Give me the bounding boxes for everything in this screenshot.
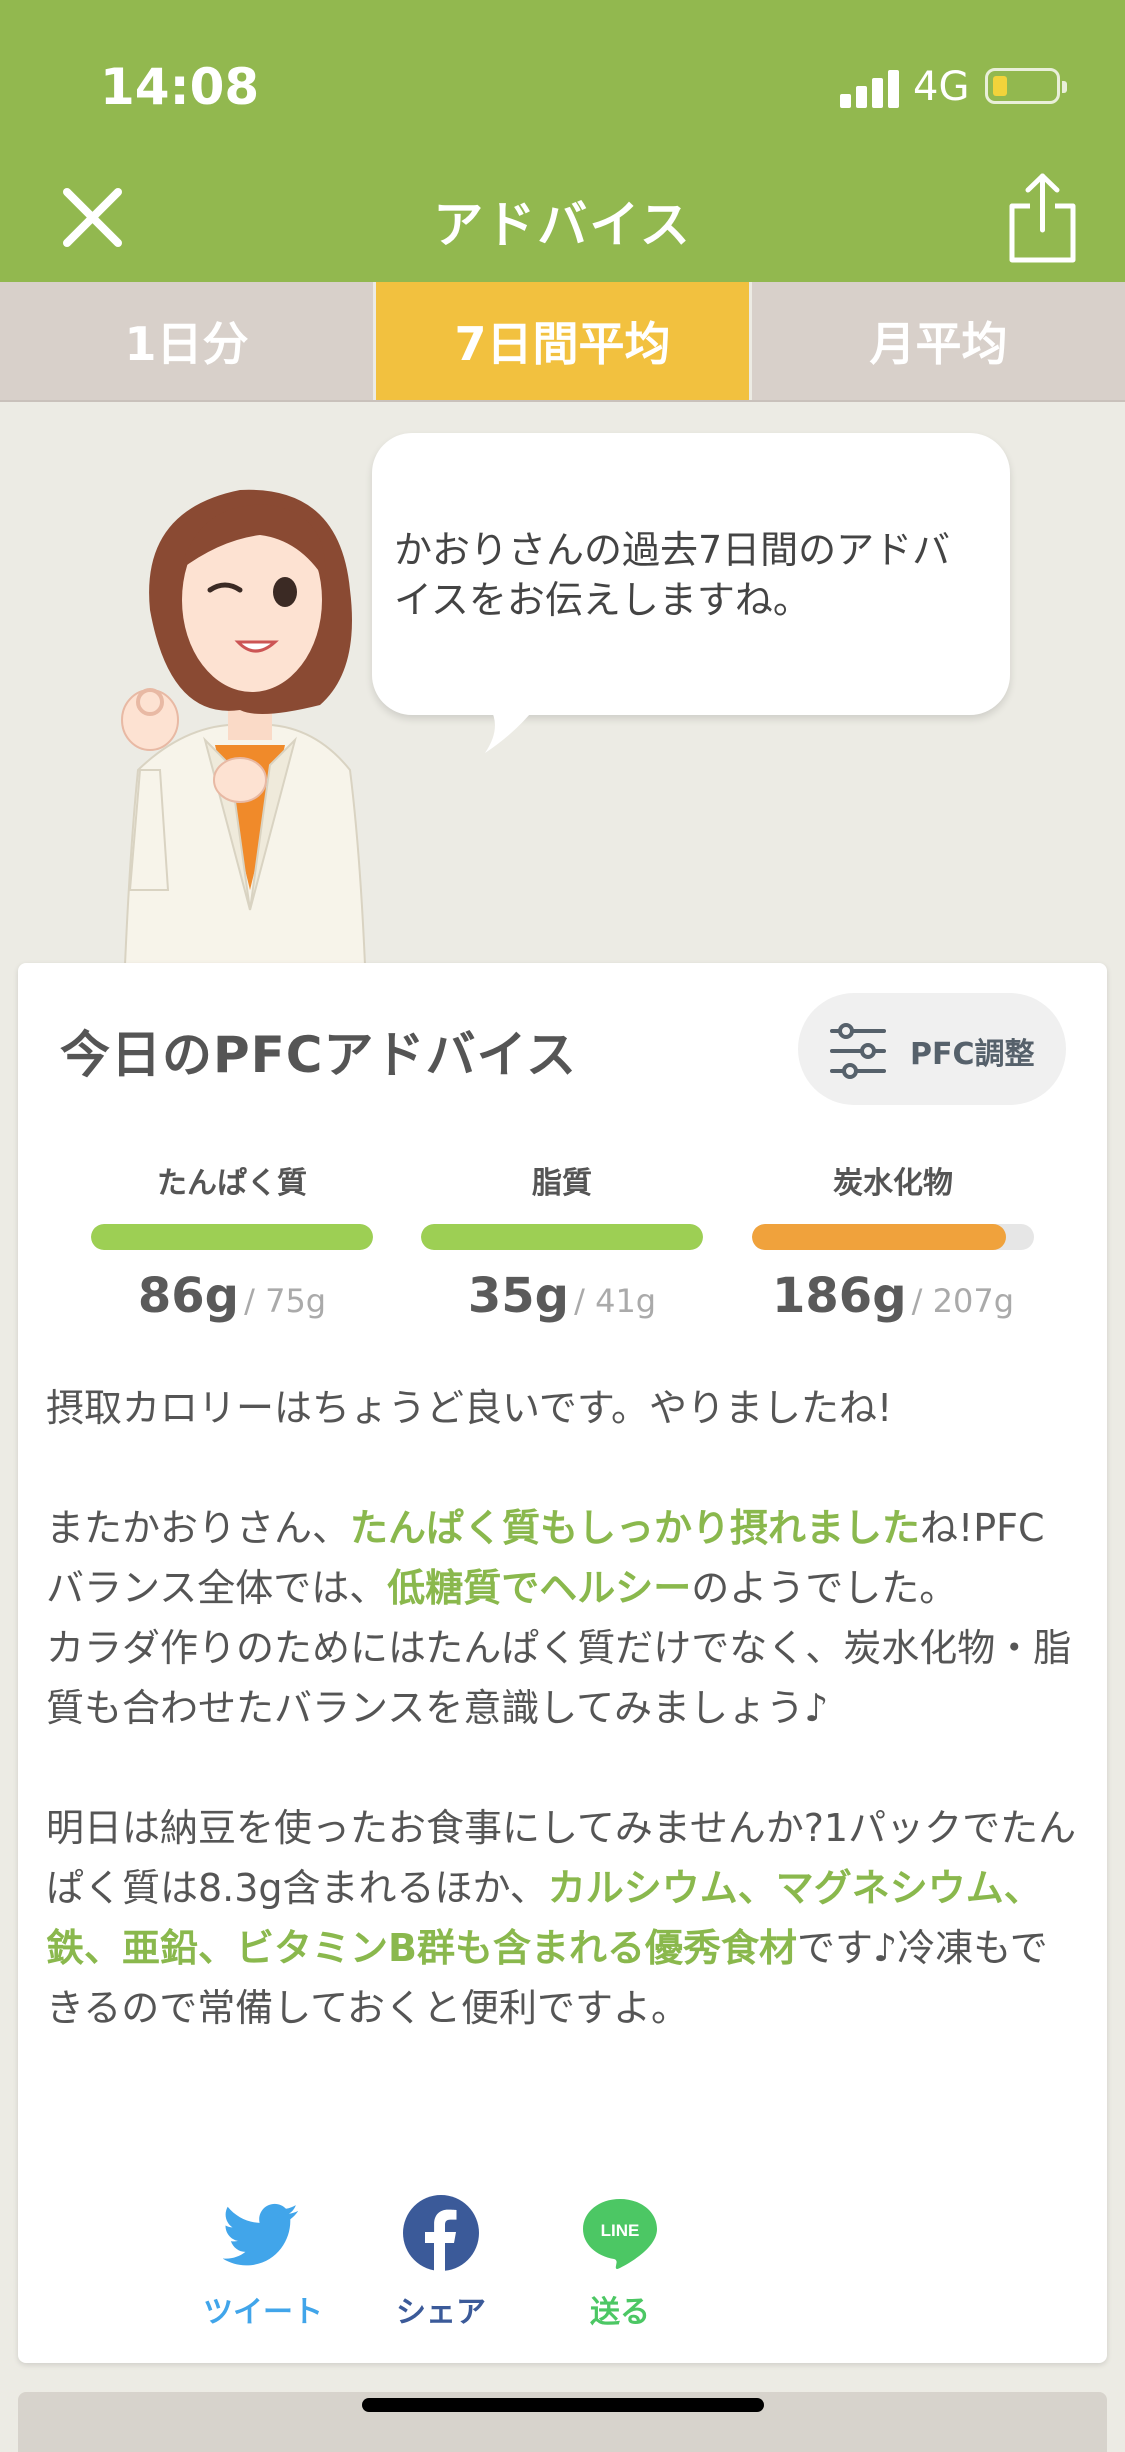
facebook-share-label: シェア: [396, 2295, 486, 2330]
progress-fill: [752, 1224, 1006, 1250]
protein-progress-bar: [91, 1224, 373, 1250]
card-title: 今日のPFCアドバイス: [60, 1026, 577, 1084]
advice-paragraph: 明日は納豆を使ったお食事にしてみませんか?1パックでたんぱく質は8.3g含まれる…: [46, 1806, 1077, 2030]
nutrient-fat: 脂質 35g / 41g: [421, 1158, 703, 1324]
line-icon-text: LINE: [601, 2221, 640, 2240]
nutrient-protein: たんぱく質 86g / 75g: [91, 1158, 373, 1324]
nutrient-name: たんぱく質: [157, 1166, 307, 1201]
app-header: 14:08 4G アドバイス: [0, 0, 1125, 282]
home-indicator[interactable]: [362, 2398, 764, 2412]
advice-paragraph: またかおりさん、たんぱく質もしっかり摂れましたね!PFCバランス全体では、低糖質…: [46, 1506, 1045, 1610]
nutrient-actual: 186g: [772, 1268, 907, 1324]
tab-1day[interactable]: 1日分: [0, 282, 373, 400]
line-send-label: 送る: [590, 2295, 650, 2330]
line-send-button[interactable]: LINE 送る: [545, 2193, 695, 2331]
nutrient-target: / 75g: [244, 1282, 327, 1320]
nutrient-name: 脂質: [532, 1166, 592, 1201]
battery-icon: [985, 68, 1067, 104]
tab-7day-average[interactable]: 7日間平均: [373, 282, 749, 400]
network-type: 4G: [913, 64, 970, 110]
share-button[interactable]: [1000, 168, 1085, 268]
share-icon: [1009, 173, 1076, 263]
highlight-text: たんぱく質もしっかり摂れました: [350, 1506, 921, 1550]
carbs-progress-bar: [752, 1224, 1034, 1250]
tweet-button[interactable]: ツイート: [188, 2193, 338, 2331]
nutrient-target: / 41g: [574, 1282, 657, 1320]
facebook-icon: [403, 2195, 479, 2273]
speech-bubble: かおりさんの過去7日間のアドバイスをお伝えしますね。: [372, 433, 1010, 715]
nutrient-actual: 35g: [467, 1268, 570, 1324]
facebook-share-button[interactable]: シェア: [366, 2193, 516, 2331]
pfc-adjust-button[interactable]: PFC調整: [798, 993, 1066, 1105]
advisor-character-illustration: [121, 489, 367, 965]
status-time: 14:08: [100, 58, 260, 116]
nutrient-name: 炭水化物: [833, 1166, 953, 1201]
advice-text: 摂取カロリーはちょうど良いです。やりましたね! またかおりさん、たんぱく質もしっ…: [46, 1378, 1081, 2038]
tab-monthly-average[interactable]: 月平均: [749, 282, 1125, 400]
fat-progress-bar: [421, 1224, 703, 1250]
pfc-adjust-label: PFC調整: [910, 1037, 1035, 1072]
twitter-icon: [222, 2203, 298, 2266]
tweet-label: ツイート: [203, 2295, 323, 2330]
speech-bubble-tail: [485, 708, 535, 753]
pfc-advice-card: 今日のPFCアドバイス PFC調整 たんぱく質 86g / 75g 脂質 35g…: [18, 963, 1107, 2363]
signal-icon: [840, 68, 900, 108]
advice-paragraph: 摂取カロリーはちょうど良いです。やりましたね!: [46, 1386, 893, 1430]
advice-paragraph: カラダ作りのためにはたんぱく質だけでなく、炭水化物・脂質も合わせたバランスを意識…: [46, 1626, 1072, 1730]
progress-fill: [421, 1224, 703, 1250]
progress-fill: [91, 1224, 373, 1250]
line-icon: LINE: [583, 2199, 657, 2270]
nutrient-actual: 86g: [137, 1268, 240, 1324]
nutrient-target: / 207g: [911, 1282, 1014, 1320]
page-title: アドバイス: [433, 196, 692, 254]
speech-bubble-text: かおりさんの過去7日間のアドバイスをお伝えしますね。: [394, 528, 951, 622]
sliders-icon: [830, 1023, 886, 1079]
highlight-text: 低糖質でヘルシー: [387, 1566, 692, 1610]
period-tabs: 1日分 7日間平均 月平均: [0, 282, 1125, 402]
nutrient-carbs: 炭水化物 186g / 207g: [752, 1158, 1034, 1324]
